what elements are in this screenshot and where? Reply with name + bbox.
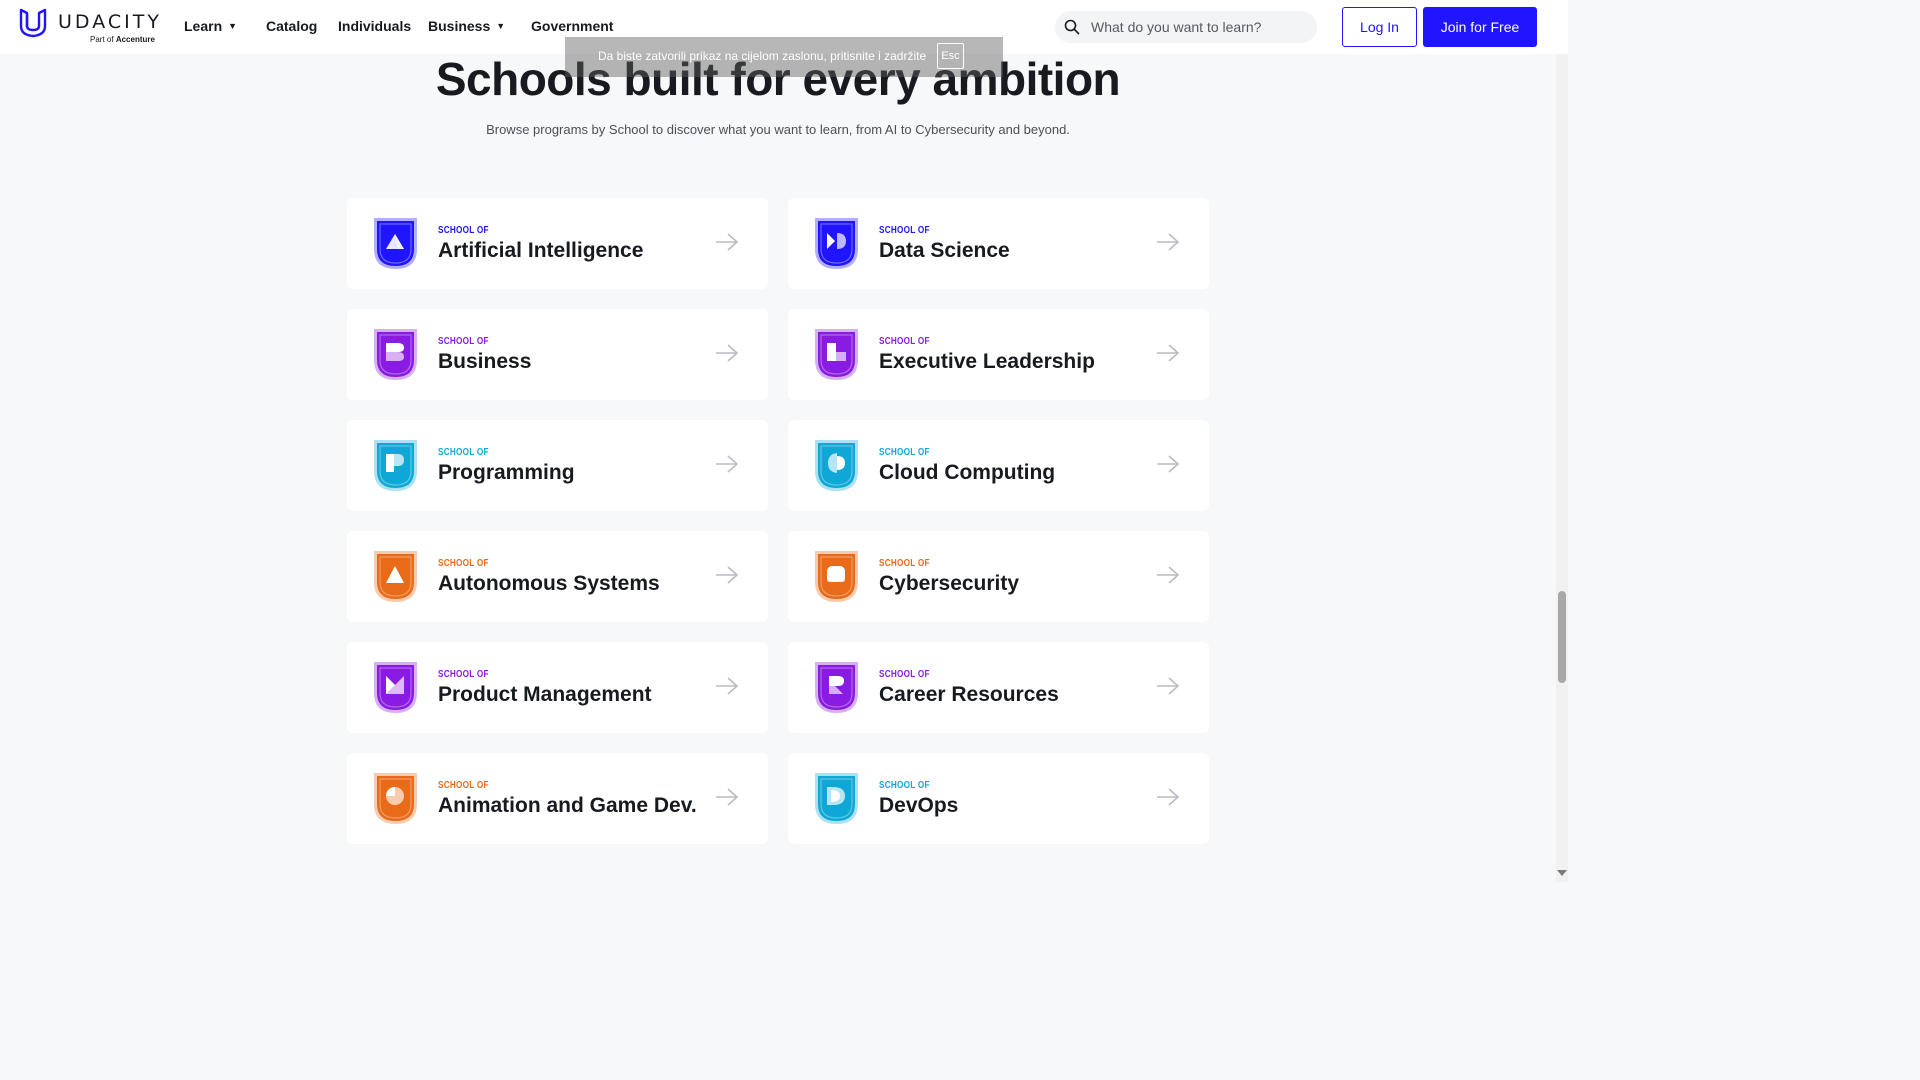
- arrow-right-icon: [716, 455, 739, 473]
- fullscreen-notice-text: Da biste zatvorili prikaz na cijelom zas…: [598, 49, 927, 63]
- school-card-product-management[interactable]: SCHOOL OF Product Management: [347, 642, 768, 733]
- logo-subline: Part of Accenture: [90, 35, 155, 44]
- school-kicker: SCHOOL OF: [438, 558, 489, 569]
- arrow-right-icon: [716, 788, 739, 806]
- school-card-programming[interactable]: SCHOOL OF Programming: [347, 420, 768, 511]
- school-name: Product Management: [438, 683, 652, 706]
- search-box[interactable]: [1055, 11, 1317, 43]
- school-kicker: SCHOOL OF: [879, 780, 930, 791]
- logo-wordmark: UDACITY: [58, 11, 162, 33]
- arrow-right-icon: [1157, 233, 1180, 251]
- school-kicker: SCHOOL OF: [438, 669, 489, 680]
- scrollbar-thumb[interactable]: [1558, 591, 1566, 683]
- nav-government-label: Government: [531, 18, 614, 34]
- school-card-autonomous-systems[interactable]: SCHOOL OF Autonomous Systems: [347, 531, 768, 622]
- school-name: Animation and Game Dev.: [438, 794, 697, 817]
- school-card-cloud-computing[interactable]: SCHOOL OF Cloud Computing: [788, 420, 1209, 511]
- programming-shield-icon: [374, 440, 417, 491]
- search-input[interactable]: [1091, 11, 1307, 43]
- school-name: Career Resources: [879, 683, 1059, 706]
- product-management-shield-icon: [374, 662, 417, 713]
- school-card-artificial-intelligence[interactable]: SCHOOL OF Artificial Intelligence: [347, 198, 768, 289]
- arrow-right-icon: [716, 344, 739, 362]
- logo-sub-brand: Accenture: [115, 35, 155, 44]
- esc-key-hint: Esc: [937, 43, 964, 69]
- caret-down-icon: ▼: [228, 21, 238, 31]
- arrow-right-icon: [1157, 788, 1180, 806]
- cybersecurity-shield-icon: [815, 551, 858, 602]
- business-shield-icon: [374, 329, 417, 380]
- devops-shield-icon: [815, 773, 858, 824]
- school-name: Autonomous Systems: [438, 572, 660, 595]
- arrow-right-icon: [716, 233, 739, 251]
- nav-individuals[interactable]: Individuals: [338, 18, 411, 34]
- school-kicker: SCHOOL OF: [879, 669, 930, 680]
- nav-individuals-label: Individuals: [338, 18, 412, 34]
- school-kicker: SCHOOL OF: [879, 558, 930, 569]
- school-kicker: SCHOOL OF: [438, 780, 489, 791]
- nav-learn[interactable]: Learn ▼: [184, 18, 237, 34]
- ai-shield-icon: [374, 218, 417, 269]
- arrow-right-icon: [716, 566, 739, 584]
- nav-business[interactable]: Business ▼: [428, 18, 505, 34]
- nav-government[interactable]: Government: [531, 18, 613, 34]
- logo-sub-prefix: Part of: [90, 35, 114, 44]
- arrow-right-icon: [1157, 344, 1180, 362]
- school-kicker: SCHOOL OF: [879, 225, 930, 236]
- school-name: Executive Leadership: [879, 350, 1095, 373]
- career-resources-shield-icon: [815, 662, 858, 713]
- school-card-cybersecurity[interactable]: SCHOOL OF Cybersecurity: [788, 531, 1209, 622]
- school-card-career-resources[interactable]: SCHOOL OF Career Resources: [788, 642, 1209, 733]
- data-science-shield-icon: [815, 218, 858, 269]
- arrow-right-icon: [1157, 455, 1180, 473]
- autonomous-systems-shield-icon: [374, 551, 417, 602]
- scroll-down-arrow-icon[interactable]: [1557, 870, 1567, 876]
- school-name: DevOps: [879, 794, 959, 817]
- school-name: Data Science: [879, 239, 1010, 262]
- school-card-devops[interactable]: SCHOOL OF DevOps: [788, 753, 1209, 844]
- school-card-executive-leadership[interactable]: SCHOOL OF Executive Leadership: [788, 309, 1209, 400]
- udacity-logo[interactable]: UDACITY Part of Accenture: [18, 8, 163, 46]
- school-card-animation-and-game-dev[interactable]: SCHOOL OF Animation and Game Dev.: [347, 753, 768, 844]
- udacity-logo-icon: [19, 8, 47, 38]
- school-name: Cloud Computing: [879, 461, 1056, 484]
- school-kicker: SCHOOL OF: [438, 447, 489, 458]
- school-card-business[interactable]: SCHOOL OF Business: [347, 309, 768, 400]
- executive-leadership-shield-icon: [815, 329, 858, 380]
- school-name: Business: [438, 350, 532, 373]
- school-kicker: SCHOOL OF: [438, 225, 489, 236]
- school-card-data-science[interactable]: SCHOOL OF Data Science: [788, 198, 1209, 289]
- nav-catalog-label: Catalog: [266, 18, 318, 34]
- arrow-right-icon: [716, 677, 739, 695]
- school-kicker: SCHOOL OF: [879, 336, 930, 347]
- animation-game-dev-shield-icon: [374, 773, 417, 824]
- login-button[interactable]: Log In: [1342, 7, 1417, 47]
- nav-business-label: Business: [428, 18, 491, 34]
- search-icon: [1064, 19, 1080, 35]
- school-name: Cybersecurity: [879, 572, 1020, 595]
- school-name: Programming: [438, 461, 575, 484]
- caret-down-icon: ▼: [496, 21, 506, 31]
- join-button[interactable]: Join for Free: [1423, 7, 1537, 47]
- page-subtitle: Browse programs by School to discover wh…: [486, 122, 1070, 137]
- school-name: Artificial Intelligence: [438, 239, 644, 262]
- school-kicker: SCHOOL OF: [438, 336, 489, 347]
- school-kicker: SCHOOL OF: [879, 447, 930, 458]
- page-scrollbar[interactable]: [1556, 54, 1568, 882]
- fullscreen-exit-notice: Da biste zatvorili prikaz na cijelom zas…: [565, 37, 1003, 77]
- arrow-right-icon: [1157, 566, 1180, 584]
- arrow-right-icon: [1157, 677, 1180, 695]
- nav-catalog[interactable]: Catalog: [266, 18, 317, 34]
- nav-learn-label: Learn: [184, 18, 223, 34]
- cloud-computing-shield-icon: [815, 440, 858, 491]
